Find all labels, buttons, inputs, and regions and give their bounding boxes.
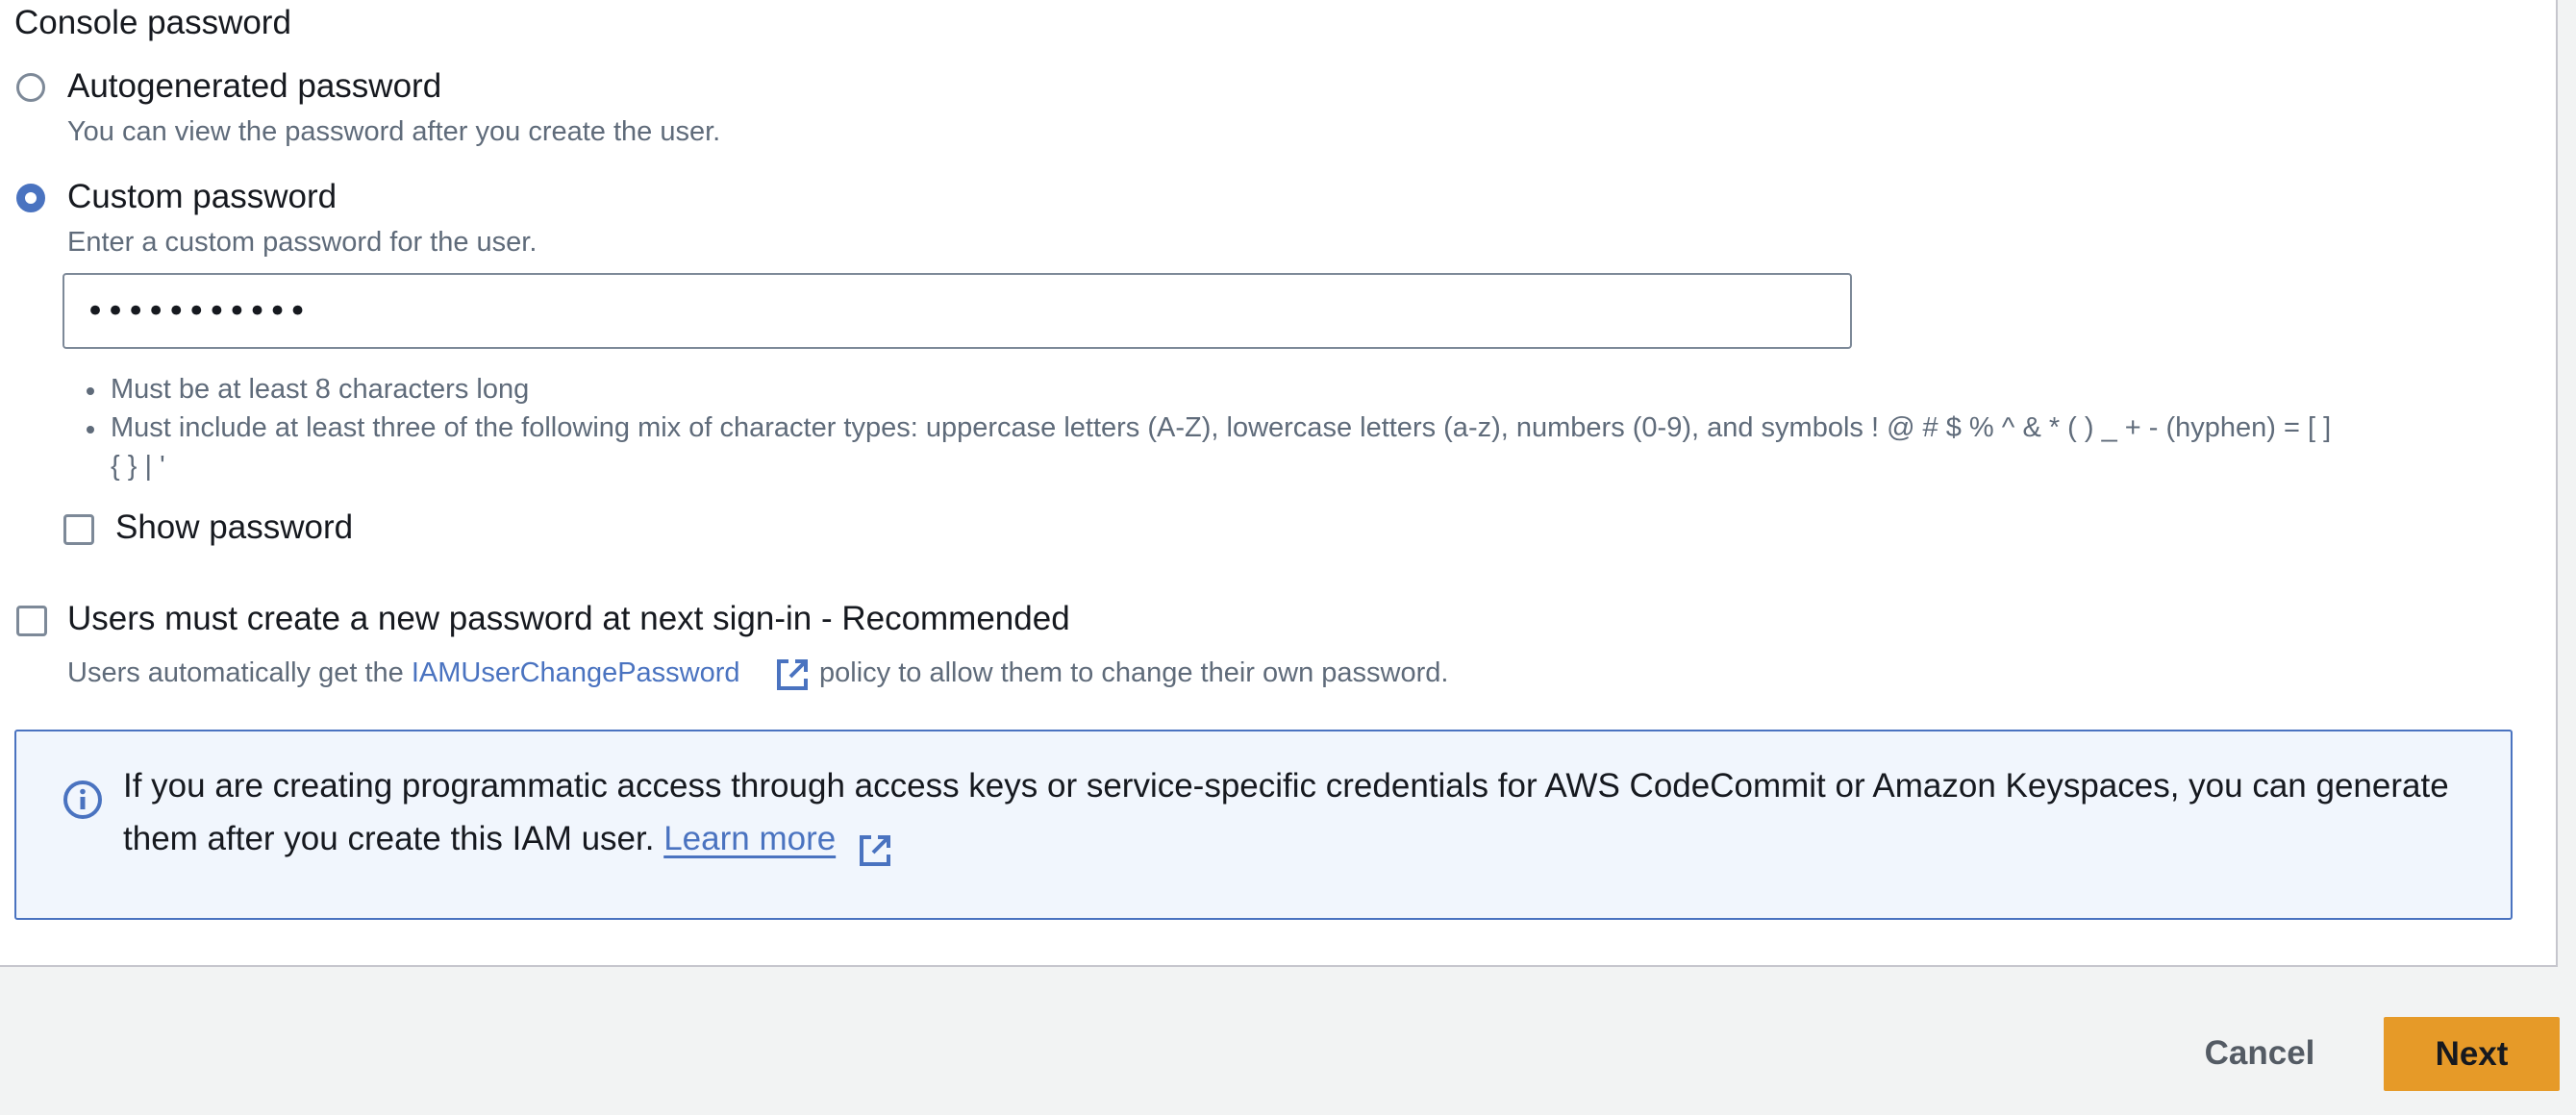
learn-more-link[interactable]: Learn more [663,820,836,857]
next-button[interactable]: Next [2384,1017,2560,1091]
reset-password-description: Users automatically get the IAMUserChang… [67,657,740,689]
cancel-button[interactable]: Cancel [2183,1017,2337,1089]
show-password-label[interactable]: Show password [115,508,353,547]
radio-custom[interactable] [16,184,45,212]
autogenerated-label[interactable]: Autogenerated password [67,67,441,106]
requirement-length: Must be at least 8 characters long [111,374,530,405]
reset-desc-suffix: policy to allow them to change their own… [819,657,1449,688]
external-link-icon[interactable] [857,832,893,869]
section-title: Console password [14,4,291,41]
info-text-line2: them after you create this IAM user. Lea… [123,812,836,865]
autogenerated-description: You can view the password after you crea… [67,116,721,147]
form-panel: Console password Autogenerated password … [0,0,2558,967]
custom-label[interactable]: Custom password [67,178,337,216]
reset-password-label[interactable]: Users must create a new password at next… [67,600,1070,638]
requirement-bullet [87,387,94,395]
info-icon [63,780,102,819]
requirement-mix-continued: { } | ' [111,451,165,482]
reset-password-checkbox[interactable] [16,606,47,636]
info-text-line2-body: them after you create this IAM user. [123,820,655,857]
external-link-icon[interactable] [774,657,811,693]
radio-autogenerated[interactable] [16,73,45,102]
reset-desc-prefix: Users automatically get the [67,657,412,688]
requirement-mix: Must include at least three of the follo… [111,412,2332,443]
info-alert: If you are creating programmatic access … [14,730,2513,920]
custom-description: Enter a custom password for the user. [67,227,538,258]
show-password-checkbox[interactable] [63,514,94,545]
iam-policy-link[interactable]: IAMUserChangePassword [412,657,740,688]
info-text-line1: If you are creating programmatic access … [123,767,2449,805]
requirement-bullet [87,426,94,434]
password-input[interactable] [63,273,1852,349]
